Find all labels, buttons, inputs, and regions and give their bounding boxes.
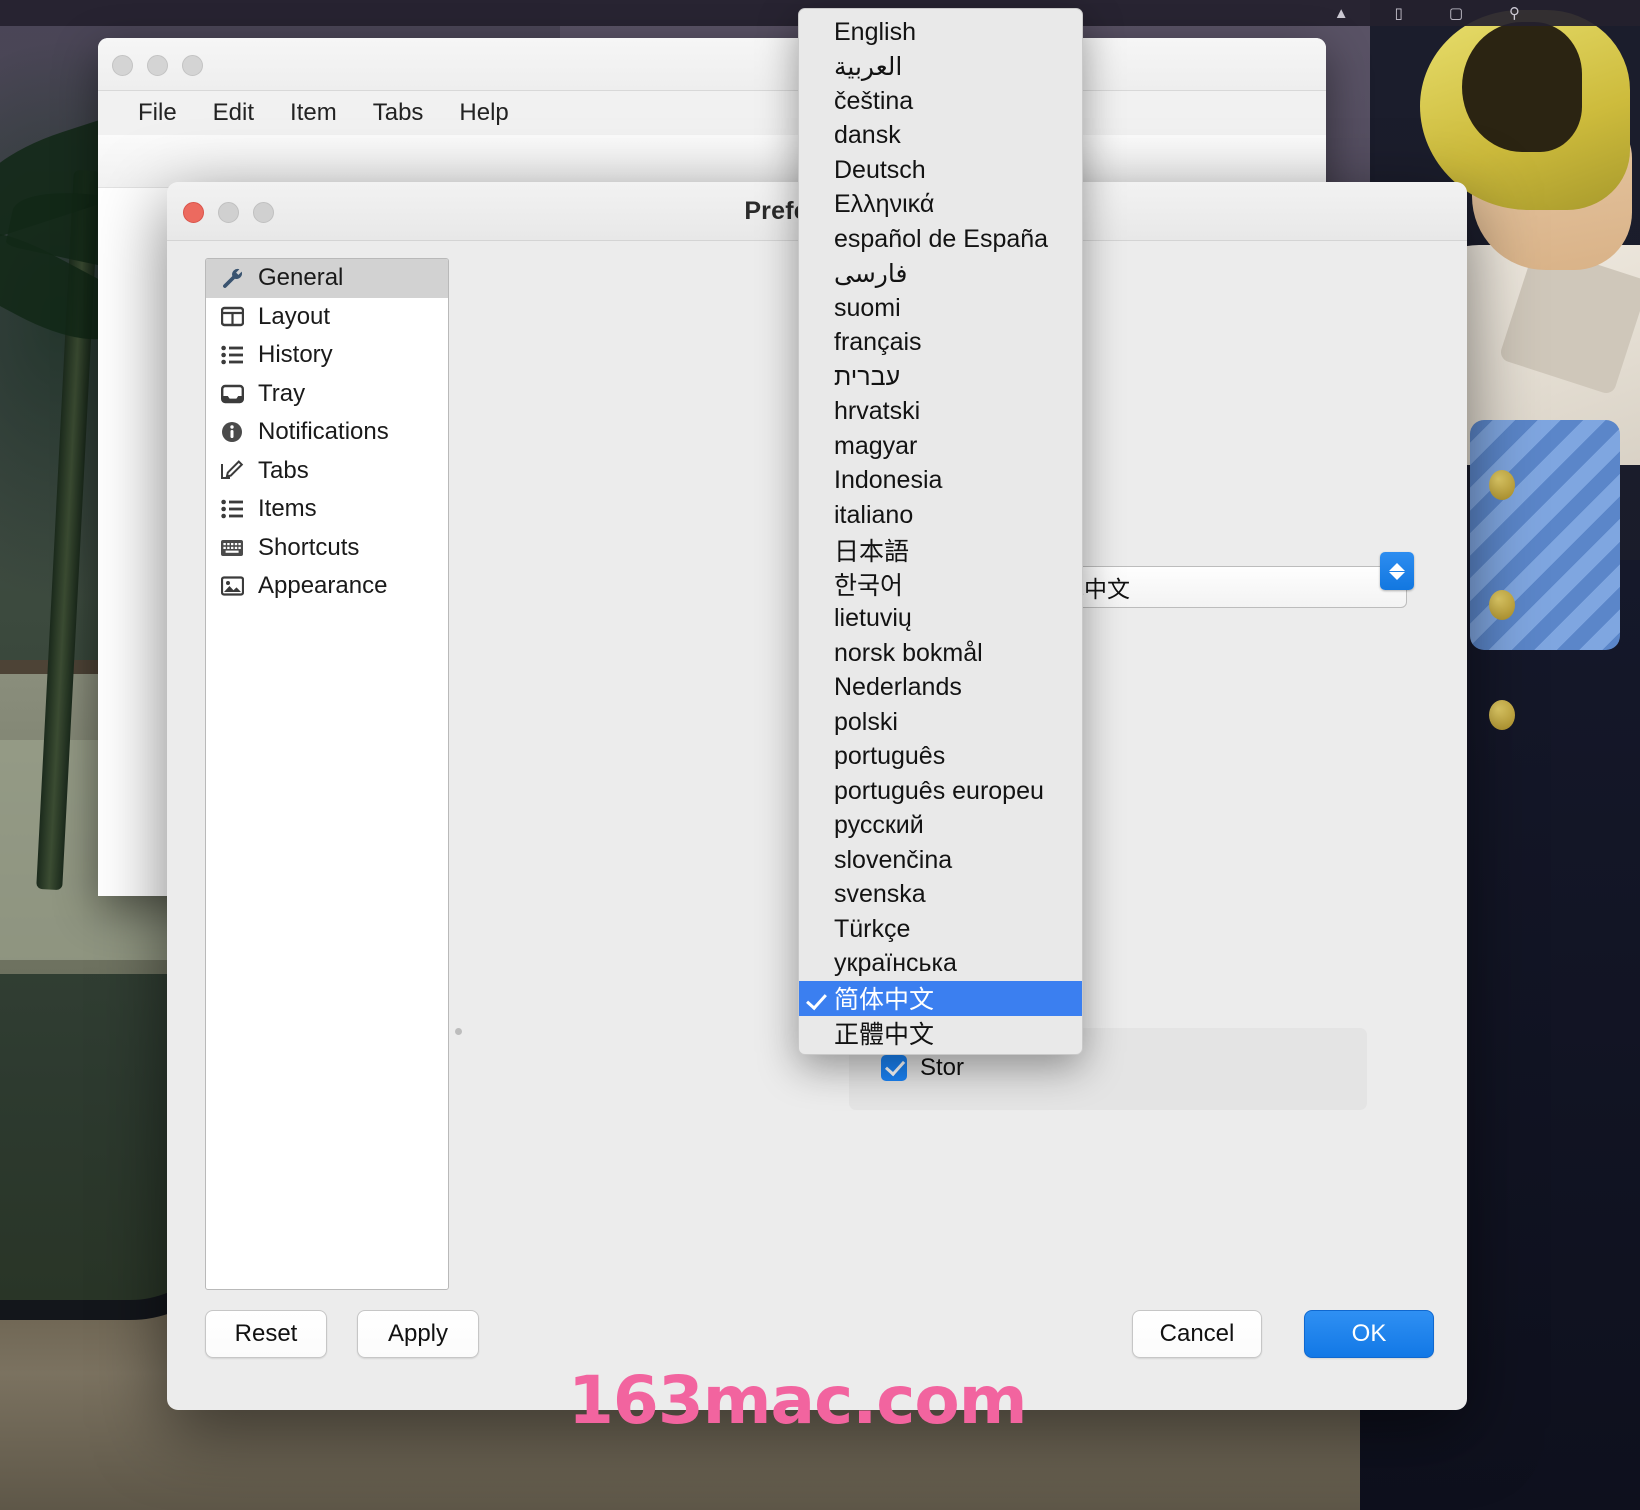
prefs-close-button[interactable] bbox=[183, 202, 204, 223]
main-window-titlebar[interactable] bbox=[98, 38, 1326, 91]
language-menu-item[interactable]: Indonesia bbox=[799, 464, 1082, 499]
keyboard-icon bbox=[219, 535, 245, 561]
menu-tabs[interactable]: Tabs bbox=[355, 97, 442, 129]
sidebar-item-label: Appearance bbox=[258, 572, 388, 600]
main-toolbar bbox=[98, 135, 1326, 188]
sidebar-item-layout[interactable]: Layout bbox=[206, 298, 448, 337]
language-menu-item[interactable]: 日本語 bbox=[799, 533, 1082, 568]
language-menu-item[interactable]: English bbox=[799, 15, 1082, 50]
sidebar-item-label: Tabs bbox=[258, 456, 309, 484]
list-icon bbox=[219, 342, 245, 368]
search-icon[interactable]: ⚲ bbox=[1509, 6, 1520, 21]
sidebar-item-history[interactable]: History bbox=[206, 336, 448, 375]
sidebar-item-label: Layout bbox=[258, 302, 331, 330]
split-handle[interactable] bbox=[455, 1028, 462, 1035]
preferences-sidebar[interactable]: General Layout History Tray Notification… bbox=[205, 258, 449, 1290]
sidebar-item-label: Notifications bbox=[258, 418, 389, 446]
info-circle-icon bbox=[219, 419, 245, 445]
sidebar-item-label: Shortcuts bbox=[258, 533, 360, 561]
language-menu-item[interactable]: français bbox=[799, 326, 1082, 361]
language-menu-item[interactable]: español de España bbox=[799, 222, 1082, 257]
language-menu-item[interactable]: українська bbox=[799, 947, 1082, 982]
sidebar-item-label: General bbox=[258, 264, 344, 292]
language-popup-button[interactable]: 简体中文 bbox=[1027, 566, 1407, 608]
chevron-down-icon bbox=[1389, 571, 1405, 580]
sidebar-item-tabs[interactable]: Tabs bbox=[206, 452, 448, 491]
wrench-icon bbox=[219, 265, 245, 291]
language-menu-item[interactable]: magyar bbox=[799, 429, 1082, 464]
apply-button[interactable]: Apply bbox=[357, 1310, 479, 1358]
language-menu-item[interactable]: Ελληνικά bbox=[799, 188, 1082, 223]
image-icon bbox=[219, 573, 245, 599]
sidebar-item-items[interactable]: Items bbox=[206, 490, 448, 529]
language-menu-item[interactable]: polski bbox=[799, 705, 1082, 740]
language-menu-item[interactable]: עברית bbox=[799, 360, 1082, 395]
list-icon bbox=[219, 496, 245, 522]
checkbox[interactable] bbox=[881, 1055, 907, 1081]
character-button bbox=[1489, 590, 1515, 620]
language-menu-item[interactable]: norsk bokmål bbox=[799, 636, 1082, 671]
language-menu-item[interactable]: Nederlands bbox=[799, 671, 1082, 706]
cancel-button[interactable]: Cancel bbox=[1132, 1310, 1262, 1358]
language-menu-item[interactable]: suomi bbox=[799, 291, 1082, 326]
language-menu-item[interactable]: العربية bbox=[799, 50, 1082, 85]
layout-icon bbox=[219, 304, 245, 330]
language-menu-item[interactable]: lietuvių bbox=[799, 602, 1082, 637]
character-hair-shadow bbox=[1462, 22, 1582, 152]
menu-item[interactable]: Item bbox=[272, 97, 355, 129]
battery-icon[interactable]: ▯ bbox=[1395, 6, 1403, 21]
sidebar-item-shortcuts[interactable]: Shortcuts bbox=[206, 529, 448, 568]
menu-file[interactable]: File bbox=[120, 97, 195, 129]
language-menu-item[interactable]: 正體中文 bbox=[799, 1016, 1082, 1051]
language-menu-item[interactable]: português bbox=[799, 740, 1082, 775]
language-dropdown-menu[interactable]: English العربية čeština dansk Deutsch Ελληνικ… bbox=[798, 8, 1083, 1055]
tray-icon bbox=[219, 381, 245, 407]
checkbox-label: Stor bbox=[920, 1054, 965, 1081]
screen-icon[interactable]: ▢ bbox=[1449, 6, 1463, 21]
character-button bbox=[1489, 700, 1515, 730]
minimize-button[interactable] bbox=[147, 55, 168, 76]
watermark: 163mac.com bbox=[568, 1362, 1028, 1439]
language-menu-item[interactable]: فارسی bbox=[799, 257, 1082, 292]
menu-edit[interactable]: Edit bbox=[195, 97, 272, 129]
pencil-tab-icon bbox=[219, 458, 245, 484]
language-menu-item[interactable]: čeština bbox=[799, 84, 1082, 119]
language-menu-item[interactable]: русский bbox=[799, 809, 1082, 844]
up-down-chevron-icon[interactable] bbox=[1380, 552, 1414, 590]
language-menu-item[interactable]: Türkçe bbox=[799, 912, 1082, 947]
language-menu-item[interactable]: dansk bbox=[799, 119, 1082, 154]
reset-button[interactable]: Reset bbox=[205, 1310, 327, 1358]
language-menu-item[interactable]: português europeu bbox=[799, 774, 1082, 809]
prefs-minimize-button[interactable] bbox=[218, 202, 239, 223]
language-menu-item[interactable]: italiano bbox=[799, 498, 1082, 533]
ok-button[interactable]: OK bbox=[1304, 1310, 1434, 1358]
sidebar-item-label: Items bbox=[258, 495, 317, 523]
sidebar-item-notifications[interactable]: Notifications bbox=[206, 413, 448, 452]
sidebar-item-tray[interactable]: Tray bbox=[206, 375, 448, 414]
language-menu-item[interactable]: 简体中文 bbox=[799, 981, 1082, 1016]
prefs-maximize-button[interactable] bbox=[253, 202, 274, 223]
sidebar-item-label: History bbox=[258, 341, 333, 369]
language-menu-item[interactable]: svenska bbox=[799, 878, 1082, 913]
language-menu-item[interactable]: slovenčina bbox=[799, 843, 1082, 878]
app-menu-bar[interactable]: File Edit Item Tabs Help bbox=[98, 91, 1326, 136]
chevron-up-icon bbox=[1389, 562, 1405, 571]
sidebar-item-label: Tray bbox=[258, 379, 306, 407]
character-button bbox=[1489, 470, 1515, 500]
language-menu-item[interactable]: Deutsch bbox=[799, 153, 1082, 188]
close-button[interactable] bbox=[112, 55, 133, 76]
language-menu-item[interactable]: hrvatski bbox=[799, 395, 1082, 430]
wifi-icon[interactable]: ▲ bbox=[1334, 6, 1349, 21]
maximize-button[interactable] bbox=[182, 55, 203, 76]
menu-help[interactable]: Help bbox=[441, 97, 526, 129]
language-menu-item[interactable]: 한국어 bbox=[799, 567, 1082, 602]
sidebar-item-appearance[interactable]: Appearance bbox=[206, 567, 448, 606]
sidebar-item-general[interactable]: General bbox=[206, 259, 448, 298]
